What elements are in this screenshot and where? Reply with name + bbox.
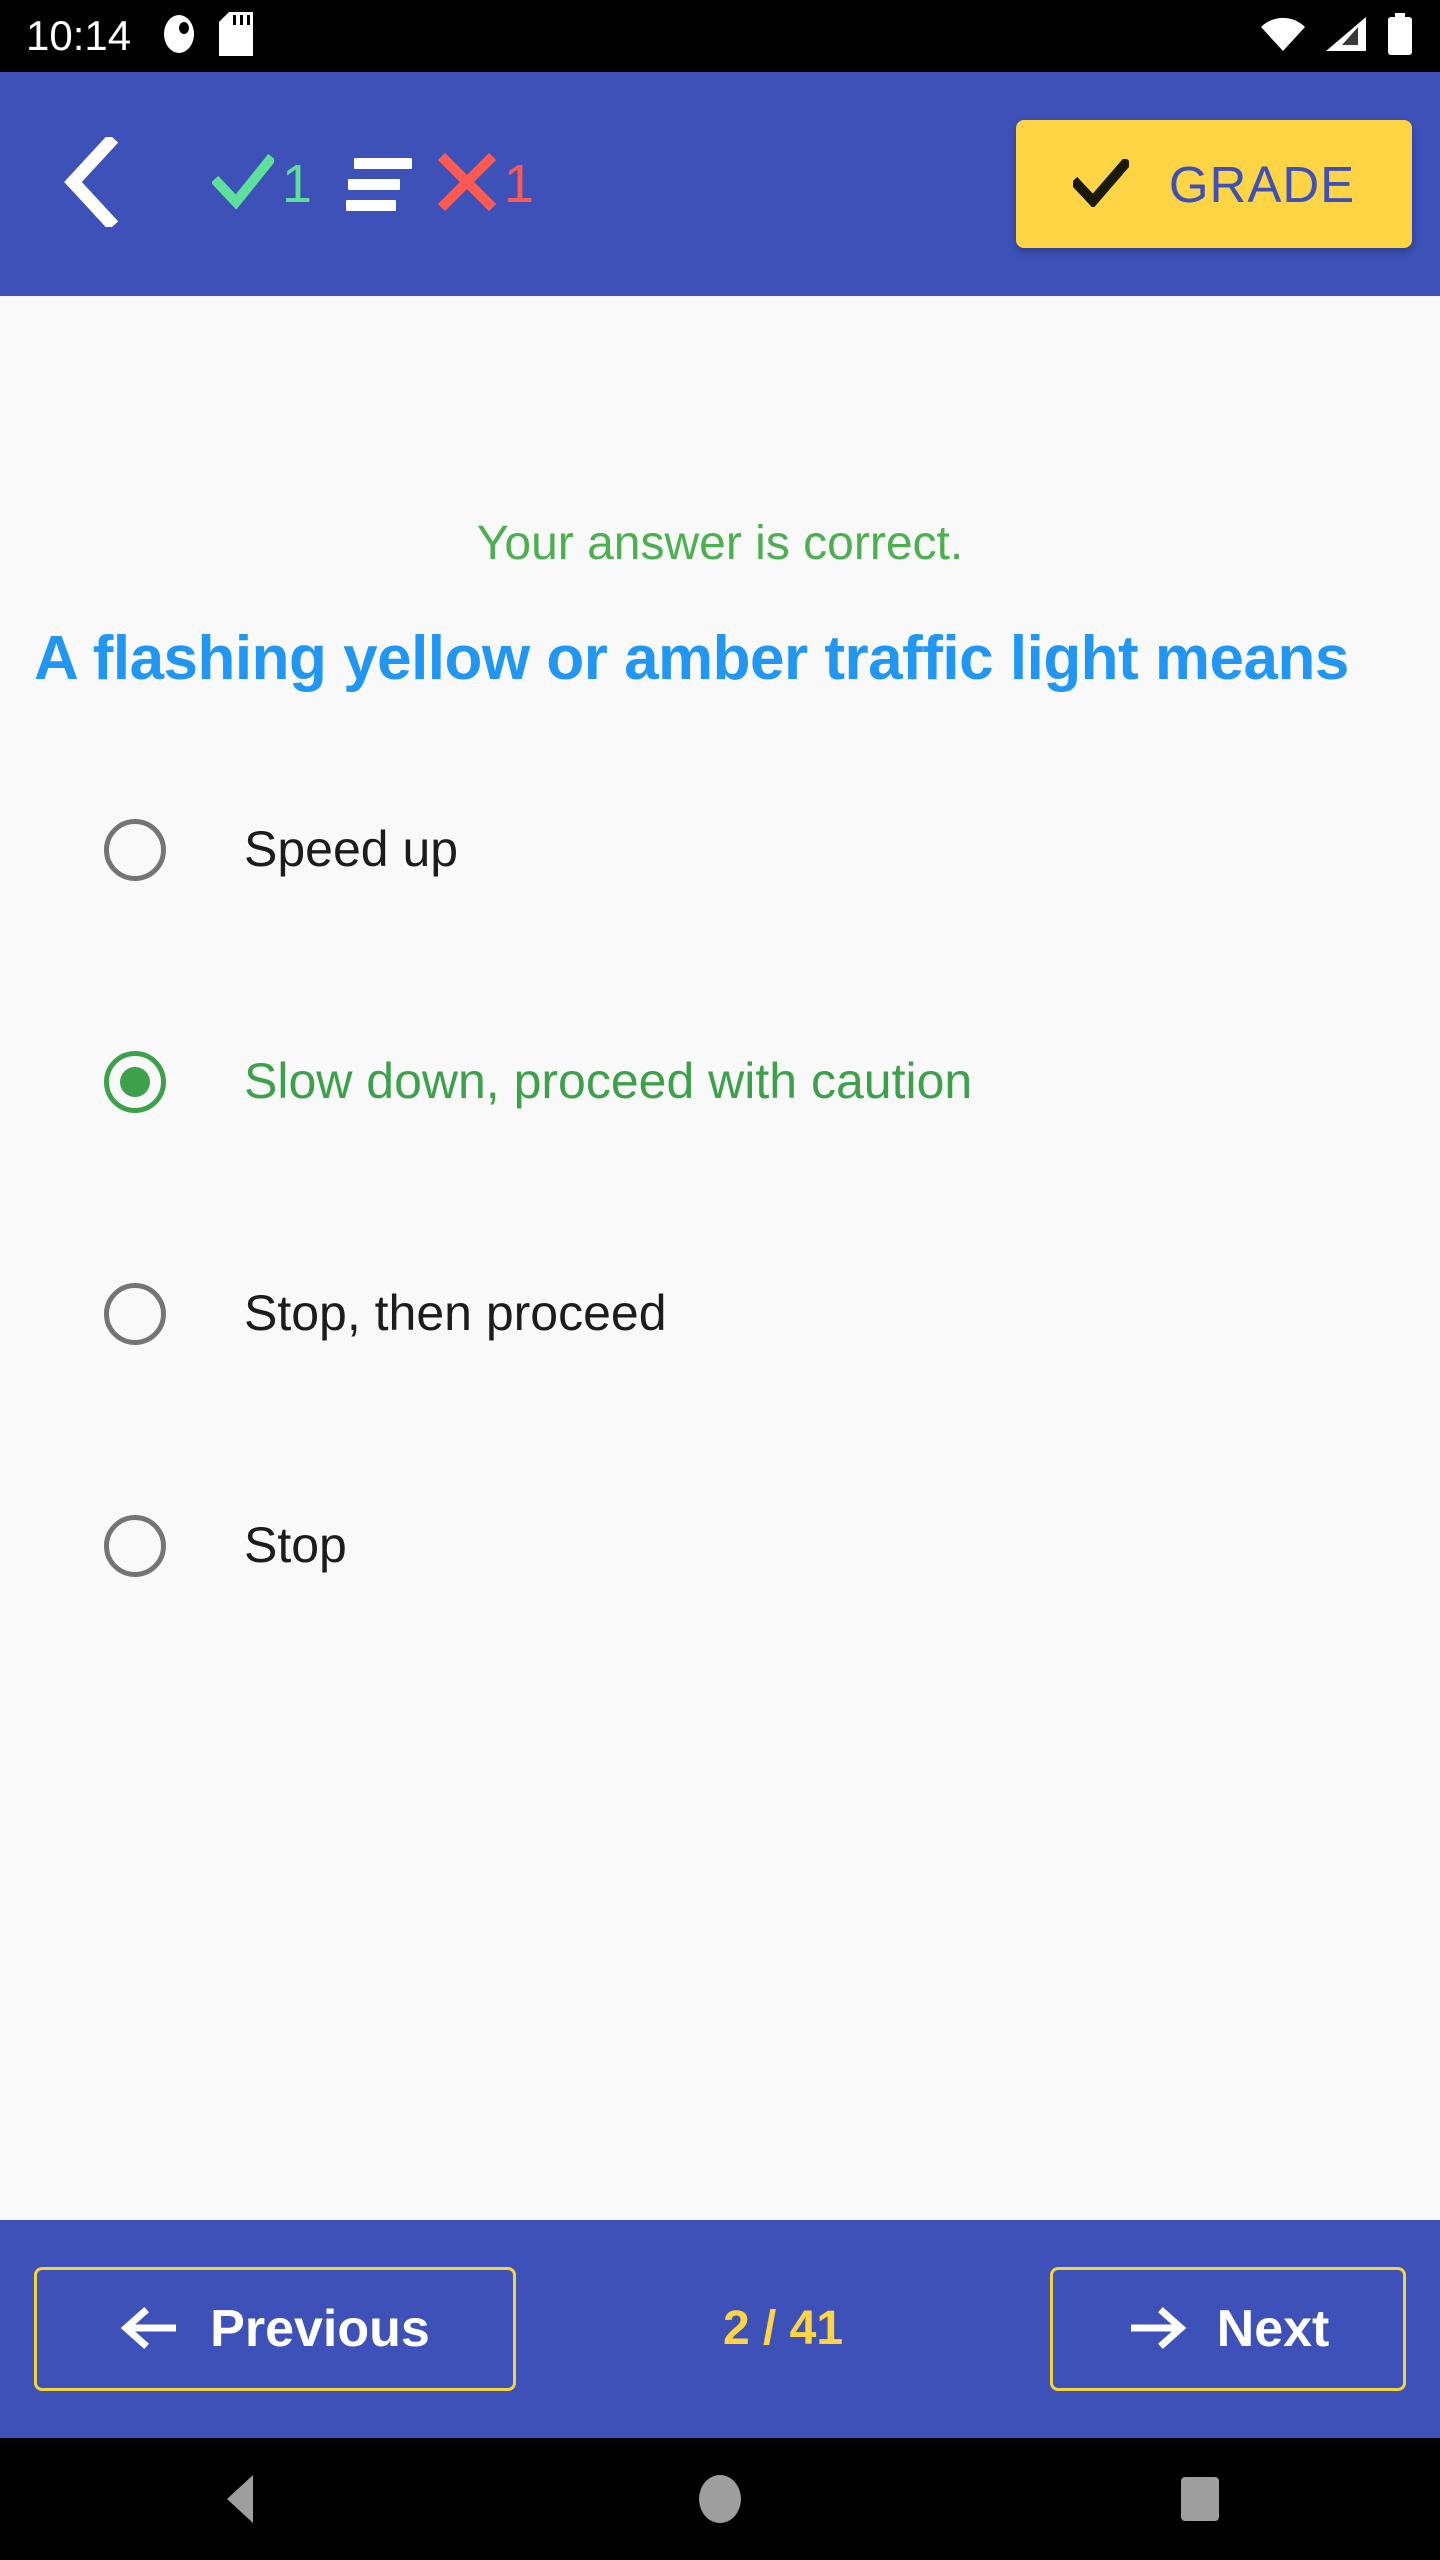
x-mark-icon <box>437 152 497 216</box>
previous-button[interactable]: Previous <box>34 2267 516 2391</box>
radio-button-unselected[interactable] <box>104 1283 166 1346</box>
check-icon <box>210 151 277 218</box>
answer-option-3[interactable]: Stop <box>34 1490 1406 1602</box>
status-bar-clock: 10:14 <box>26 12 132 59</box>
grade-button[interactable]: GRADE <box>1016 120 1412 248</box>
android-recents-icon[interactable] <box>1140 2439 1260 2559</box>
status-bar: 10:14 <box>0 0 1440 72</box>
arrow-right-icon <box>1127 2306 1187 2352</box>
question-content: Your answer is correct. A flashing yello… <box>0 296 1440 2220</box>
correct-count: 1 <box>282 154 313 214</box>
arrow-left-icon <box>120 2306 180 2352</box>
next-button[interactable]: Next <box>1050 2267 1406 2391</box>
list-line-1 <box>354 157 413 169</box>
correct-score-group: 1 <box>210 151 313 218</box>
chevron-left-icon <box>63 133 121 232</box>
radio-button-unselected[interactable] <box>104 1515 166 1578</box>
android-home-icon[interactable] <box>660 2439 780 2559</box>
page-indicator: 2 / 41 <box>722 2302 844 2355</box>
radio-button-selected[interactable] <box>104 1051 166 1114</box>
list-line-2 <box>348 178 401 190</box>
back-button[interactable] <box>46 133 138 232</box>
list-lines-icon[interactable] <box>346 157 413 211</box>
sd-card-icon <box>219 11 254 61</box>
wrong-score-group: 1 <box>437 152 535 216</box>
answer-option-label: Slow down, proceed with caution <box>244 1053 973 1110</box>
quiz-navigation-bar: Previous 2 / 41 Next <box>0 2220 1440 2438</box>
answer-option-label: Speed up <box>244 821 459 878</box>
android-system-nav <box>0 2438 1440 2560</box>
do-not-disturb-icon <box>161 12 197 61</box>
wifi-icon <box>1260 15 1306 58</box>
app-bar: 1 1 GRADE <box>0 72 1440 296</box>
radio-button-unselected[interactable] <box>104 819 166 882</box>
grade-button-label: GRADE <box>1168 155 1356 213</box>
wrong-count: 1 <box>504 154 535 214</box>
status-bar-notification-icons <box>161 11 254 61</box>
next-button-label: Next <box>1216 2300 1330 2358</box>
status-bar-system-icons <box>1260 12 1414 60</box>
cellular-signal-icon <box>1324 15 1368 58</box>
answer-option-label: Stop <box>244 1517 347 1574</box>
answer-options-list: Speed up Slow down, proceed with caution… <box>34 794 1406 1602</box>
answer-option-0[interactable]: Speed up <box>34 794 1406 906</box>
question-text: A flashing yellow or amber traffic light… <box>34 623 1349 693</box>
previous-button-label: Previous <box>210 2300 430 2358</box>
android-back-icon[interactable] <box>180 2439 300 2559</box>
battery-full-icon <box>1386 12 1414 60</box>
list-line-3 <box>346 199 397 211</box>
answer-option-2[interactable]: Stop, then proceed <box>34 1258 1406 1370</box>
answer-option-label: Stop, then proceed <box>244 1285 667 1342</box>
phone-screen: 10:14 1 1 GRADE Your answer is correct. … <box>0 0 1440 2560</box>
answer-feedback: Your answer is correct. <box>476 517 964 570</box>
score-summary: 1 1 <box>210 151 535 218</box>
answer-option-1[interactable]: Slow down, proceed with caution <box>34 1026 1406 1138</box>
check-icon <box>1069 156 1132 210</box>
